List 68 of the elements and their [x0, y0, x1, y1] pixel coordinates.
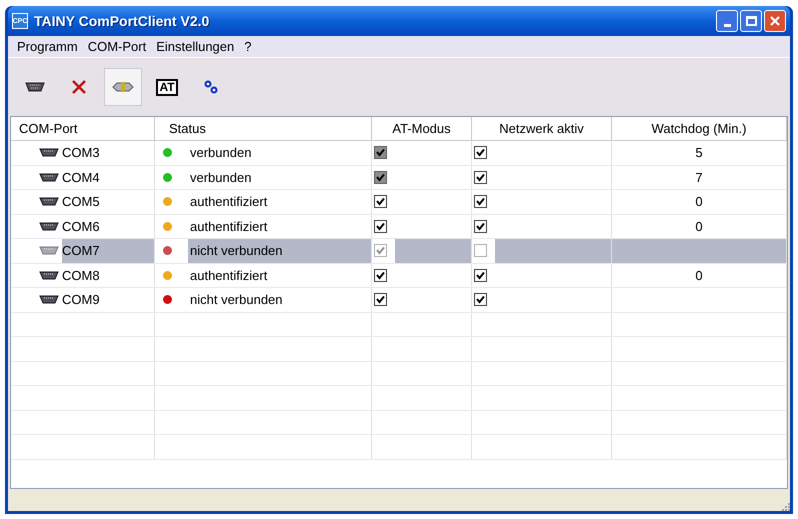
window-title: TAINY ComPortClient V2.0	[34, 12, 210, 30]
table-row[interactable]: COM9 nicht verbunden	[11, 288, 787, 312]
checkbox[interactable]	[374, 170, 387, 184]
menu-item[interactable]: Einstellungen	[151, 36, 240, 56]
checkbox[interactable]	[374, 195, 387, 208]
table-row[interactable]: COM3 verbunden 5	[11, 141, 787, 166]
plug-icon	[112, 81, 134, 93]
port-name[interactable]: COM9	[62, 288, 154, 312]
checkbox[interactable]	[474, 195, 487, 208]
maximize-icon	[746, 16, 756, 26]
column-header[interactable]: Status	[155, 117, 372, 140]
connector-icon	[39, 172, 59, 182]
column-header[interactable]: Netzwerk aktiv	[472, 117, 612, 140]
checkbox[interactable]	[474, 146, 487, 160]
menu-item[interactable]: ?	[239, 36, 256, 56]
checkbox[interactable]	[374, 293, 387, 306]
port-name[interactable]: COM5	[62, 190, 154, 214]
status-text: verbunden	[189, 144, 252, 162]
checkbox[interactable]	[374, 268, 387, 282]
connector-icon	[39, 270, 59, 280]
connector-icon	[39, 148, 59, 158]
connector-icon	[39, 222, 59, 231]
status-text: authentifiziert	[189, 266, 268, 284]
maximize-button[interactable]	[740, 10, 762, 32]
table-row[interactable]: COM5 authentifiziert 0	[11, 190, 787, 214]
connector-icon	[25, 82, 45, 92]
checkbox[interactable]	[474, 170, 487, 184]
menu-item[interactable]: COM-Port	[82, 36, 152, 56]
checkbox[interactable]	[374, 146, 387, 160]
close-icon	[769, 15, 781, 27]
checkbox[interactable]	[374, 220, 387, 233]
port-name[interactable]: COM4	[62, 166, 154, 189]
connector-icon	[39, 295, 59, 304]
table-row[interactable]: COM7 nicht verbunden	[11, 239, 787, 264]
menu-item[interactable]: Programm	[12, 36, 83, 56]
table-row[interactable]: COM4 verbunden 7	[11, 166, 787, 190]
table-row[interactable]: COM8 authentifiziert 0	[11, 264, 787, 288]
checkbox[interactable]	[474, 268, 487, 282]
status-text: authentifiziert	[189, 218, 268, 236]
connector-icon	[39, 197, 59, 206]
watchdog-value: 7	[695, 168, 703, 186]
column-header[interactable]: Watchdog (Min.)	[612, 117, 787, 140]
checkbox[interactable]	[474, 244, 487, 258]
column-header[interactable]: AT-Modus	[372, 117, 472, 140]
column-header[interactable]: COM-Port	[11, 117, 155, 140]
port-name[interactable]: COM7	[62, 239, 154, 262]
port-name[interactable]: COM8	[62, 264, 154, 287]
status-text: verbunden	[189, 168, 252, 186]
port-name[interactable]: COM6	[62, 214, 154, 238]
resize-grip-icon[interactable]	[780, 501, 790, 511]
port-name[interactable]: COM3	[62, 141, 154, 164]
checkbox[interactable]	[474, 220, 487, 233]
checkbox[interactable]	[374, 244, 387, 258]
minimize-button[interactable]	[716, 10, 738, 32]
watchdog-value: 5	[695, 144, 703, 162]
watchdog-value: 0	[695, 266, 703, 284]
toolbar-button[interactable]: AT	[148, 68, 186, 106]
status-text: authentifiziert	[189, 193, 268, 211]
status-text: nicht verbunden	[188, 239, 371, 262]
checkbox[interactable]	[474, 293, 487, 306]
status-text: nicht verbunden	[189, 291, 284, 309]
watchdog-value: 0	[695, 218, 703, 236]
connector-icon	[39, 246, 59, 256]
minimize-icon	[724, 24, 730, 27]
close-button[interactable]	[764, 10, 786, 32]
watchdog-value: 0	[695, 193, 703, 211]
at-icon: AT	[156, 78, 178, 96]
delete-icon	[71, 79, 87, 95]
